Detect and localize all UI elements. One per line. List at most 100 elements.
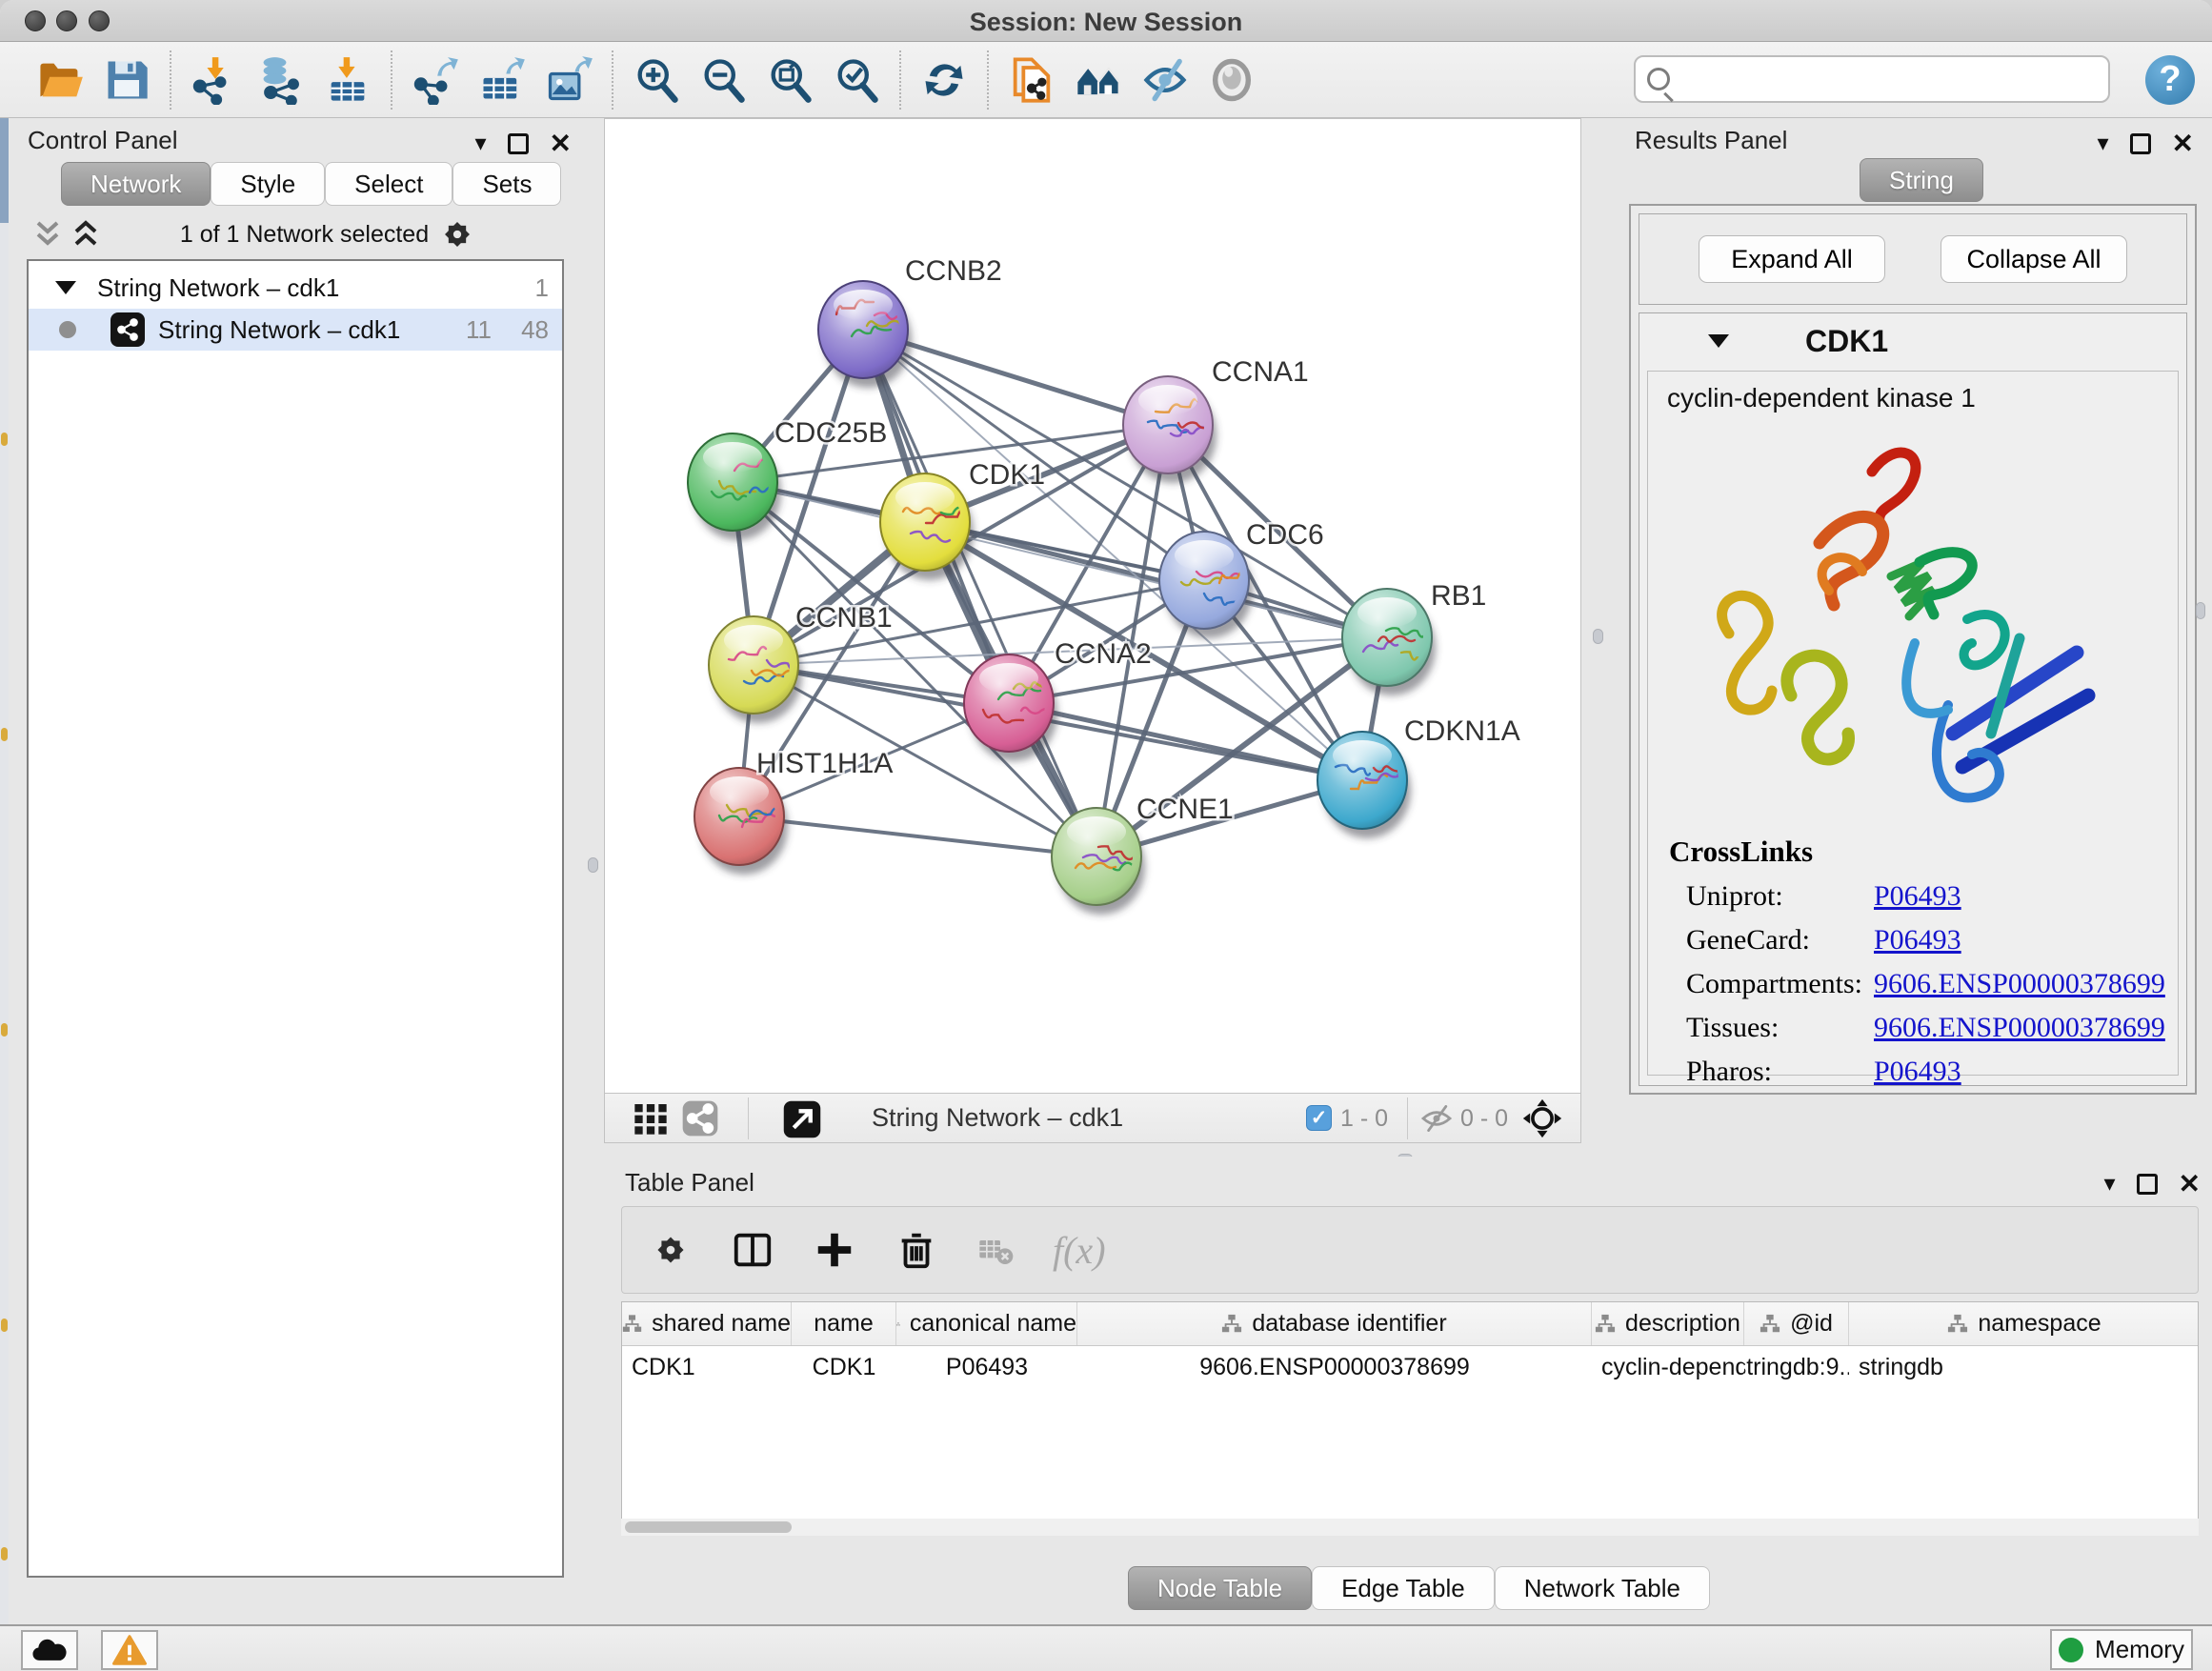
vertical-splitter-handle[interactable]: [588, 857, 598, 873]
collapse-all-button[interactable]: Collapse All: [1941, 235, 2127, 283]
tab-node-table[interactable]: Node Table: [1128, 1566, 1312, 1610]
gear-icon[interactable]: [438, 215, 476, 253]
tab-sets[interactable]: Sets: [452, 162, 561, 206]
column-header[interactable]: namespace: [1978, 1310, 2101, 1338]
warnings-button[interactable]: [101, 1630, 158, 1670]
crosslink-value[interactable]: 9606.ENSP00000378699: [1874, 968, 2165, 1000]
column-header[interactable]: canonical name: [910, 1310, 1076, 1338]
hide-selected-button[interactable]: [1132, 50, 1198, 111]
table-row[interactable]: CDK1 CDK1 P06493 9606.ENSP00000378699 cy…: [622, 1346, 2198, 1388]
table-settings-gear-icon[interactable]: [649, 1228, 693, 1272]
table-header-row: shared name name canonical name database…: [622, 1302, 2198, 1346]
column-header[interactable]: @id: [1790, 1310, 1833, 1338]
close-panel-icon[interactable]: ✕: [2172, 128, 2194, 159]
export-network-button[interactable]: [402, 50, 469, 111]
zoom-out-button[interactable]: [690, 50, 756, 111]
network-share-icon[interactable]: [681, 1099, 719, 1137]
function-builder-icon: f(x): [1053, 1228, 1106, 1273]
cell-canonical-name[interactable]: P06493: [896, 1346, 1077, 1388]
float-panel-icon[interactable]: [2130, 133, 2151, 154]
tab-select[interactable]: Select: [325, 162, 452, 206]
close-panel-icon[interactable]: ✕: [2179, 1168, 2201, 1199]
export-table-button[interactable]: [469, 50, 535, 111]
open-session-button[interactable]: [27, 50, 93, 111]
gene-description: cyclin-dependent kinase 1: [1667, 383, 1976, 413]
network-canvas[interactable]: CCNB2CCNA1CDC25BCDK1CDC6RB1CCNB1CCNA2CDK…: [605, 119, 1580, 1094]
cell-id[interactable]: stringdb:9...: [1744, 1346, 1849, 1388]
crosslink-value[interactable]: P06493: [1874, 1056, 1961, 1088]
search-input[interactable]: [1678, 65, 2078, 94]
column-header[interactable]: description: [1625, 1310, 1740, 1338]
crosslink-label: Uniprot:: [1669, 880, 1874, 913]
grid-view-icon[interactable]: [632, 1099, 670, 1137]
results-scrollbar[interactable]: [2196, 602, 2205, 619]
memory-button[interactable]: Memory: [2050, 1629, 2193, 1670]
expand-all-button[interactable]: Expand All: [1699, 235, 1885, 283]
crosslink-row: GeneCard: P06493: [1669, 924, 2165, 956]
crosslinks-title: CrossLinks: [1669, 835, 2165, 869]
network-node-CDC25B: CDC25B: [688, 417, 887, 540]
export-network-icon: [411, 55, 460, 105]
import-network-from-file-button[interactable]: [181, 50, 248, 111]
zoom-in-button[interactable]: [623, 50, 690, 111]
network-node-CCNE1: CCNE1: [1052, 794, 1234, 915]
tab-string[interactable]: String: [1860, 158, 1983, 202]
network-row[interactable]: String Network – cdk1 11 48: [29, 309, 562, 351]
tab-edge-table[interactable]: Edge Table: [1312, 1566, 1495, 1610]
scrollbar-thumb[interactable]: [625, 1521, 792, 1533]
network-collection-row[interactable]: String Network – cdk1 1: [29, 267, 562, 309]
cloud-button[interactable]: [21, 1630, 78, 1670]
close-panel-icon[interactable]: ✕: [550, 128, 572, 159]
cell-description[interactable]: cyclin-dependent ...: [1592, 1346, 1744, 1388]
new-network-from-selection-button[interactable]: [998, 50, 1065, 111]
panel-menu-icon[interactable]: ▾: [2097, 130, 2108, 157]
save-session-button[interactable]: [93, 50, 160, 111]
import-network-from-database-button[interactable]: [248, 50, 314, 111]
tab-network[interactable]: Network: [61, 162, 211, 206]
show-column-icon[interactable]: [731, 1228, 774, 1272]
detach-view-icon[interactable]: [782, 1099, 822, 1139]
crosslink-value[interactable]: P06493: [1874, 880, 1961, 913]
cell-namespace[interactable]: stringdb: [1849, 1346, 2200, 1388]
accordion-expander-icon[interactable]: [1708, 334, 1729, 348]
float-panel-icon[interactable]: [508, 133, 529, 154]
selected-checkbox-icon[interactable]: ✓: [1306, 1105, 1332, 1131]
string-results-box: Expand All Collapse All CDK1 cyclin-depe…: [1629, 204, 2197, 1095]
crosslink-value[interactable]: P06493: [1874, 924, 1961, 956]
network-status-dot: [59, 321, 76, 338]
birdseye-navigator-icon[interactable]: [1521, 1097, 1563, 1139]
panel-menu-icon[interactable]: ▾: [474, 130, 486, 157]
gene-accordion-header[interactable]: CDK1: [1639, 313, 2186, 369]
help-button[interactable]: ?: [2145, 55, 2195, 105]
column-header[interactable]: shared name: [652, 1310, 791, 1338]
zoom-selected-button[interactable]: [823, 50, 890, 111]
add-column-icon[interactable]: [813, 1228, 856, 1272]
panel-menu-icon[interactable]: ▾: [2103, 1170, 2115, 1198]
column-header[interactable]: database identifier: [1252, 1310, 1446, 1338]
zoom-fit-button[interactable]: [756, 50, 823, 111]
table-horizontal-scrollbar[interactable]: [621, 1519, 2199, 1536]
show-all-button[interactable]: [1198, 50, 1265, 111]
results-panel-title: Results Panel: [1635, 126, 1787, 155]
cell-name[interactable]: CDK1: [792, 1346, 896, 1388]
tab-style[interactable]: Style: [211, 162, 325, 206]
column-header[interactable]: name: [814, 1310, 874, 1338]
export-image-button[interactable]: [535, 50, 602, 111]
apply-layout-button[interactable]: [911, 50, 977, 111]
string-results-actions: Expand All Collapse All: [1639, 213, 2187, 305]
gene-symbol: CDK1: [1805, 324, 1888, 359]
network-selection-status: 1 of 1 Network selected: [9, 221, 600, 249]
cell-database-identifier[interactable]: 9606.ENSP00000378699: [1077, 1346, 1592, 1388]
float-panel-icon[interactable]: [2137, 1174, 2158, 1195]
delete-column-icon[interactable]: [895, 1228, 938, 1272]
import-table-from-file-button[interactable]: [314, 50, 381, 111]
cell-shared-name[interactable]: CDK1: [622, 1346, 792, 1388]
node-label-CDC6: CDC6: [1246, 519, 1324, 551]
network-view-title: String Network – cdk1: [872, 1103, 1123, 1133]
network-node-CDC6: CDC6: [1159, 519, 1324, 638]
collection-expander-icon[interactable]: [55, 281, 76, 294]
vertical-splitter-handle[interactable]: [1593, 629, 1603, 644]
crosslink-value[interactable]: 9606.ENSP00000378699: [1874, 1012, 2165, 1044]
first-neighbors-button[interactable]: [1065, 50, 1132, 111]
tab-network-table[interactable]: Network Table: [1495, 1566, 1710, 1610]
